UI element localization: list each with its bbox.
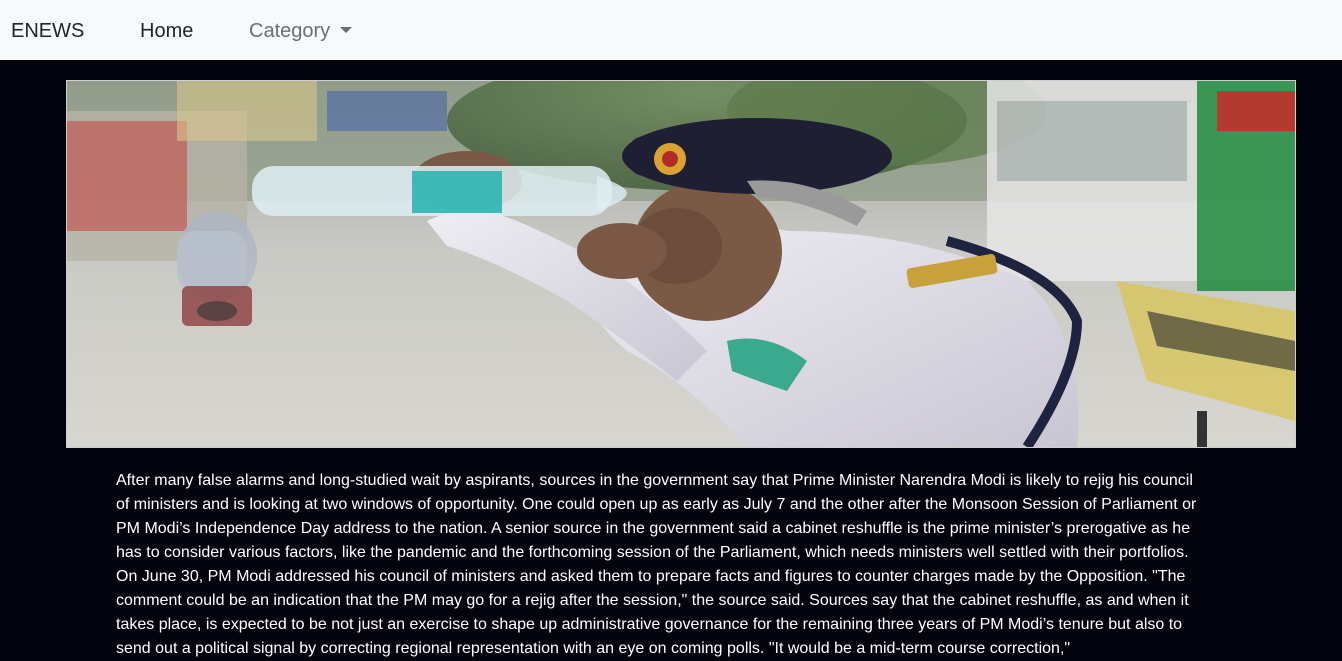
article-body: After many false alarms and long-studied… [116,472,1197,657]
category-dropdown[interactable]: Category [249,19,353,43]
nav-link-home[interactable]: Home [140,19,193,43]
category-dropdown-label: Category [249,20,331,42]
brand-logo[interactable]: ENEWS [11,19,84,43]
article-hero-image [66,80,1296,448]
top-navbar: ENEWS Home Category [0,0,1342,60]
hero-photo-illustration [67,81,1295,447]
caret-down-icon [340,26,353,33]
